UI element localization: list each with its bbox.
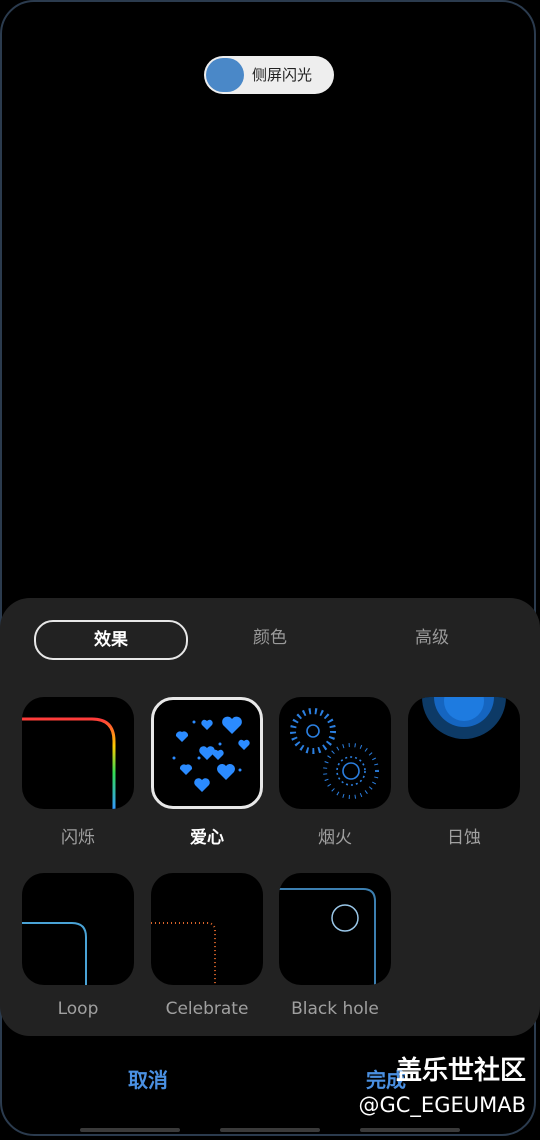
nav-handle-left (80, 1128, 180, 1132)
watermark-title: 盖乐世社区 (395, 1056, 526, 1086)
watermark-handle: @GC_EGEUMAB (358, 1093, 526, 1117)
black-hole-effect-icon (279, 888, 376, 985)
nav-handle-center (220, 1128, 320, 1132)
flash-effect-icon (22, 717, 116, 809)
edge-lighting-toggle[interactable]: 侧屏闪光 (204, 56, 334, 94)
effect-tile-loop[interactable] (22, 873, 134, 985)
eclipse-effect-icon (422, 697, 506, 739)
effect-label-loop: Loop (57, 999, 99, 1019)
tab-color[interactable]: 颜色 (195, 620, 345, 656)
effect-tile-flash[interactable] (22, 697, 134, 809)
tab-effects[interactable]: 效果 (34, 620, 188, 660)
tab-advanced[interactable]: 高级 (357, 620, 507, 656)
tab-bar: 效果 颜色 高级 (0, 620, 540, 660)
effect-label-hearts: 爱心 (190, 828, 224, 848)
edge-lighting-label: 侧屏闪光 (252, 66, 313, 84)
effect-tile-black-hole[interactable] (279, 873, 391, 985)
effect-label-eclipse: 日蚀 (447, 828, 481, 848)
effect-tile-celebrate[interactable] (151, 873, 263, 985)
effect-label-fireworks: 烟火 (318, 828, 352, 848)
effect-tile-fireworks[interactable] (279, 697, 391, 809)
hearts-effect-icon (172, 716, 250, 792)
effect-label-celebrate: Celebrate (165, 999, 249, 1019)
celebrate-effect-icon (151, 922, 216, 985)
effect-label-black-hole: Black hole (291, 999, 379, 1019)
effect-tile-hearts[interactable] (151, 697, 263, 809)
nav-handle-right (360, 1128, 460, 1132)
community-watermark: 盖乐世社区 @GC_EGEUMAB (358, 1050, 526, 1117)
loop-effect-icon (22, 922, 87, 985)
toggle-knob[interactable] (206, 58, 244, 92)
effect-tile-eclipse[interactable] (408, 697, 520, 809)
cancel-button[interactable]: 取消 (128, 1064, 168, 1093)
effect-label-flash: 闪烁 (61, 828, 95, 848)
fireworks-effect-icon (290, 708, 379, 799)
